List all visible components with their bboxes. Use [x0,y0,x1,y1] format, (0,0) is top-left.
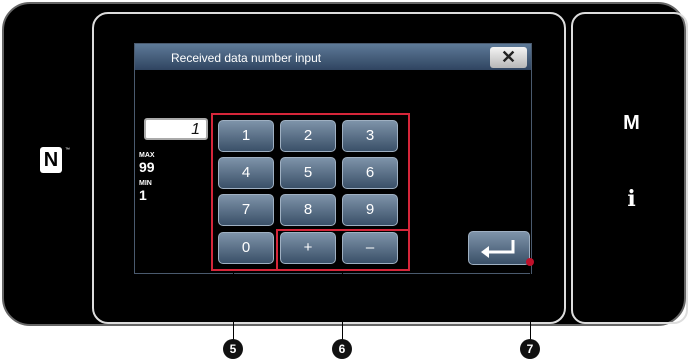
dialog-title: Received data number input [171,51,322,65]
enter-button[interactable] [468,231,530,265]
info-button[interactable]: i [573,186,690,212]
max-value: 99 [139,159,155,175]
side-panel: M i [571,12,688,324]
m-button[interactable]: M [573,112,690,135]
callout-6: 6 [332,339,352,359]
min-label: MIN [139,180,152,187]
leader-6 [342,271,343,341]
nfc-trademark: ™ [65,147,70,153]
dialog-titlebar: Received data number input ✕ [135,44,531,70]
plusminus-highlight [276,229,410,271]
enter-marker-dot [526,258,534,266]
leader-7 [530,266,531,341]
callout-7: 7 [520,339,540,359]
leader-5 [233,271,234,341]
close-button[interactable]: ✕ [490,47,527,68]
min-value: 1 [139,187,147,203]
max-label: MAX [139,152,155,159]
value-display: 1 [144,118,208,140]
nfc-icon: N [40,147,62,173]
callout-5: 5 [223,339,243,359]
enter-icon [481,240,515,258]
